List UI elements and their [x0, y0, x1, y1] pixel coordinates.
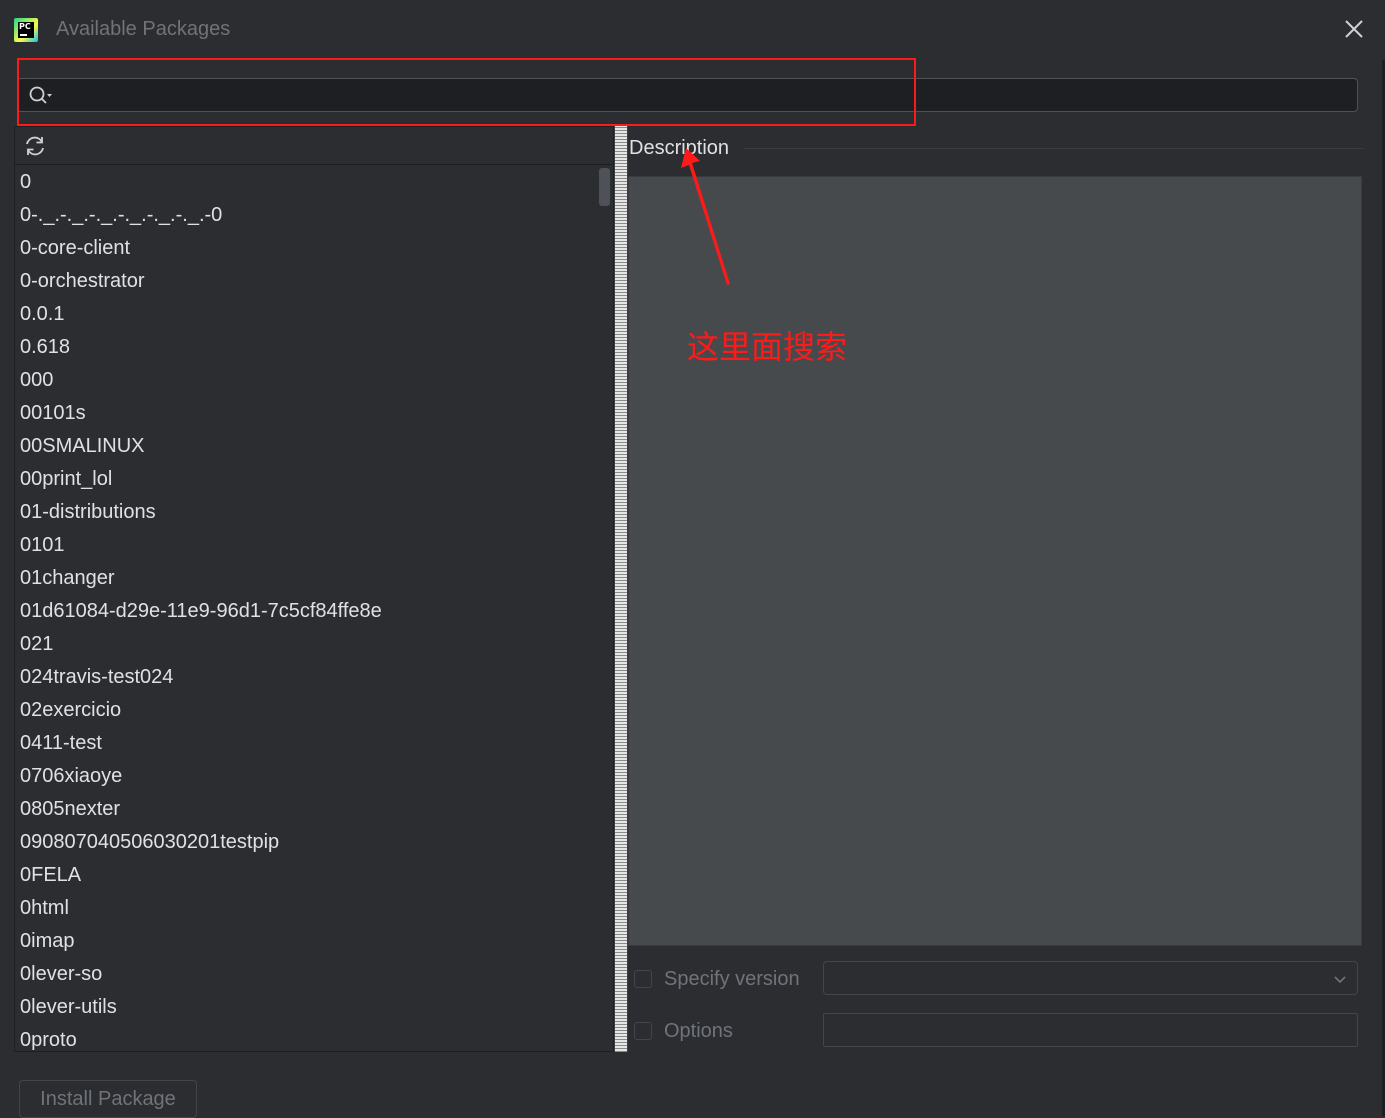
search-icon[interactable]: [28, 85, 54, 107]
list-item[interactable]: 0lever-so: [15, 958, 599, 991]
package-list-panel: 0 0-._.-._.-._.-._.-._.-._.-0 0-core-cli…: [14, 126, 614, 1052]
list-item[interactable]: 090807040506030201testpip: [15, 826, 599, 859]
list-item[interactable]: 0.0.1: [15, 298, 599, 331]
description-area: [628, 176, 1362, 946]
annotation-text: 这里面搜索: [687, 328, 848, 366]
chevron-down-icon: [1333, 972, 1347, 986]
list-item[interactable]: 01d61084-d29e-11e9-96d1-7c5cf84ffe8e: [15, 595, 599, 628]
list-toolbar: [15, 127, 613, 165]
list-item[interactable]: 01changer: [15, 562, 599, 595]
list-item[interactable]: 0805nexter: [15, 793, 599, 826]
list-item[interactable]: 0-orchestrator: [15, 265, 599, 298]
specify-version-checkbox[interactable]: [634, 970, 652, 988]
list-item[interactable]: 00SMALINUX: [15, 430, 599, 463]
list-item[interactable]: 0-._.-._.-._.-._.-._.-._.-0: [15, 199, 599, 232]
list-item[interactable]: 0411-test: [15, 727, 599, 760]
version-select[interactable]: [823, 961, 1358, 995]
list-item[interactable]: 0imap: [15, 925, 599, 958]
options-checkbox[interactable]: [634, 1022, 652, 1040]
list-item[interactable]: 00print_lol: [15, 463, 599, 496]
description-label: Description: [629, 137, 730, 159]
search-input[interactable]: [17, 78, 1358, 112]
list-item[interactable]: 0.618: [15, 331, 599, 364]
package-list[interactable]: 0 0-._.-._.-._.-._.-._.-._.-0 0-core-cli…: [15, 166, 599, 1051]
list-item[interactable]: 0706xiaoye: [15, 760, 599, 793]
title-bar: PC Available Packages: [0, 0, 1385, 60]
list-item[interactable]: 0-core-client: [15, 232, 599, 265]
list-item[interactable]: 02exercicio: [15, 694, 599, 727]
list-item[interactable]: 0: [15, 166, 599, 199]
refresh-icon[interactable]: [23, 134, 47, 158]
pycharm-logo-icon: PC: [14, 18, 38, 42]
list-item[interactable]: 0FELA: [15, 859, 599, 892]
list-item[interactable]: 01-distributions: [15, 496, 599, 529]
list-item[interactable]: 00101s: [15, 397, 599, 430]
description-separator: [744, 148, 1363, 149]
window-title: Available Packages: [56, 18, 231, 40]
list-item[interactable]: 0proto: [15, 1024, 599, 1051]
options-label: Options: [664, 1020, 733, 1042]
search-text-field[interactable]: [70, 83, 1344, 109]
options-input[interactable]: [823, 1013, 1358, 1047]
list-scrollbar[interactable]: [599, 166, 613, 1051]
list-item[interactable]: 024travis-test024: [15, 661, 599, 694]
list-item[interactable]: 0html: [15, 892, 599, 925]
close-icon[interactable]: [1343, 18, 1365, 40]
panel-splitter[interactable]: [614, 126, 628, 1052]
list-item[interactable]: 0lever-utils: [15, 991, 599, 1024]
list-item[interactable]: 021: [15, 628, 599, 661]
install-package-button[interactable]: Install Package: [19, 1080, 197, 1118]
specify-version-label: Specify version: [664, 968, 800, 990]
scroll-thumb[interactable]: [599, 168, 610, 206]
list-item[interactable]: 0101: [15, 529, 599, 562]
list-item[interactable]: 000: [15, 364, 599, 397]
